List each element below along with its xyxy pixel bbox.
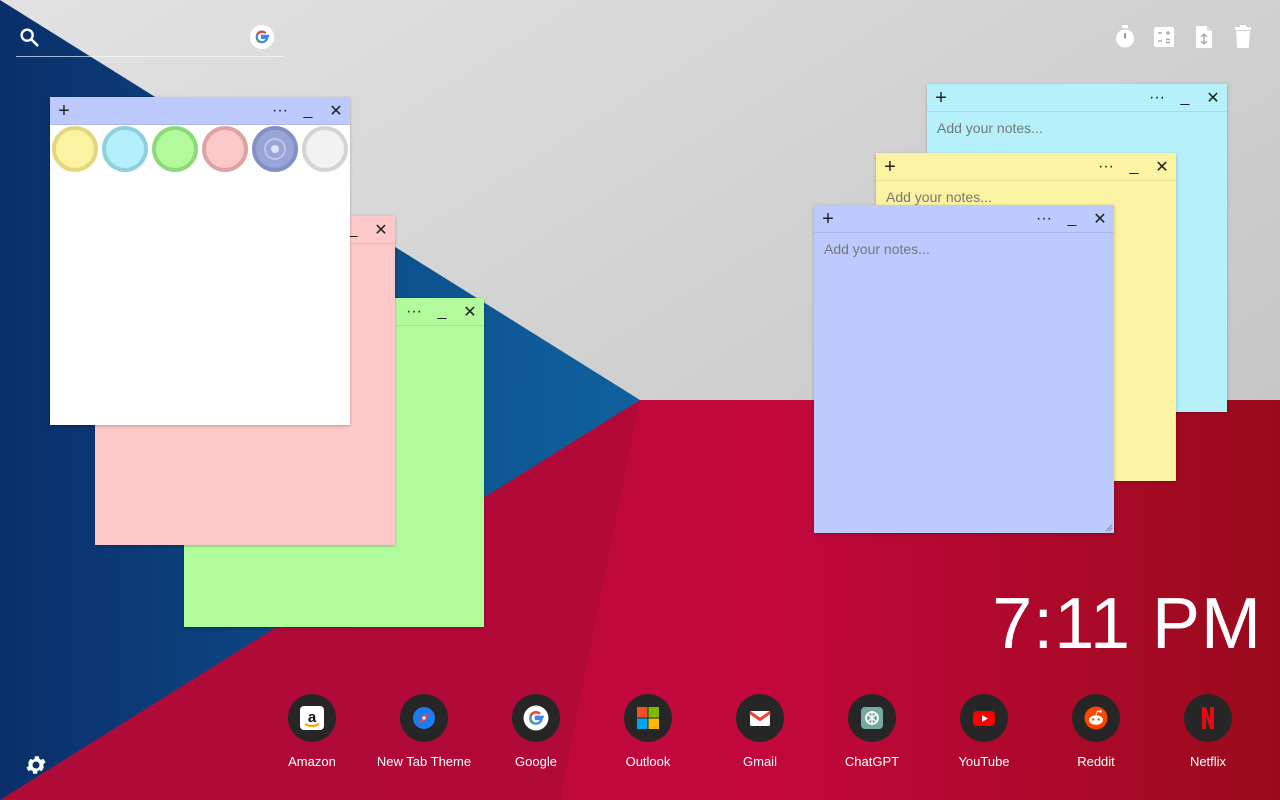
close-button[interactable]: ✕ (370, 216, 392, 244)
shortcut-label: Reddit (1077, 754, 1115, 769)
calculator-icon[interactable] (1152, 24, 1176, 50)
shortcut-label: Gmail (743, 754, 777, 769)
search-bar (16, 22, 284, 57)
swatch-yellow[interactable] (52, 126, 98, 172)
outlook-icon[interactable] (624, 694, 672, 742)
shortcut-reddit[interactable]: Reddit (1040, 694, 1152, 772)
add-note-button[interactable]: + (53, 97, 75, 125)
svg-text:a: a (308, 709, 317, 726)
google-icon[interactable] (512, 694, 560, 742)
shortcut-gmail[interactable]: Gmail (704, 694, 816, 772)
minimize-button[interactable]: _ (297, 97, 319, 125)
shortcut-label: YouTube (958, 754, 1010, 769)
more-options-button[interactable]: ··· (1095, 153, 1117, 181)
shortcut-label: Netflix (1189, 754, 1227, 769)
minimize-button[interactable]: _ (1061, 205, 1083, 233)
note-header[interactable]: + ··· _ ✕ (50, 97, 350, 125)
note-header[interactable]: + ··· _ ✕ (927, 84, 1227, 112)
shortcut-label: Amazon (288, 754, 336, 769)
shortcut-chatgpt[interactable]: ChatGPT (816, 694, 928, 772)
close-button[interactable]: ✕ (1151, 153, 1173, 181)
minimize-button[interactable]: _ (431, 298, 453, 326)
swatch-blue[interactable] (102, 126, 148, 172)
shortcut-label: ChatGPT (844, 754, 900, 769)
new-tab-theme-icon[interactable] (400, 694, 448, 742)
document-icon[interactable] (1192, 24, 1216, 50)
note-text[interactable]: Add your notes... (824, 241, 1104, 523)
note-header[interactable]: + ··· _ ✕ (876, 153, 1176, 181)
gear-icon[interactable] (24, 753, 48, 777)
resize-handle-icon[interactable] (1105, 524, 1113, 532)
minimize-button[interactable]: _ (1123, 153, 1145, 181)
clock: 7:11 PM (992, 584, 1262, 664)
shortcut-label: New Tab Theme (376, 754, 472, 769)
add-note-button[interactable]: + (930, 84, 952, 112)
shortcut-outlook[interactable]: Outlook (592, 694, 704, 772)
netflix-icon[interactable] (1184, 694, 1232, 742)
more-options-button[interactable]: ··· (269, 97, 291, 125)
search-input[interactable] (50, 26, 240, 50)
minimize-button[interactable]: _ (1174, 84, 1196, 112)
shortcut-youtube[interactable]: YouTube (928, 694, 1040, 772)
youtube-icon[interactable] (960, 694, 1008, 742)
swatch-pink[interactable] (202, 126, 248, 172)
gmail-icon[interactable] (736, 694, 784, 742)
swatch-green[interactable] (152, 126, 198, 172)
note-header[interactable]: + ··· _ ✕ (814, 205, 1114, 233)
shortcut-amazon[interactable]: a Amazon (256, 694, 368, 772)
trash-icon[interactable] (1231, 24, 1255, 50)
add-note-button[interactable]: + (817, 205, 839, 233)
close-button[interactable]: ✕ (459, 298, 481, 326)
shortcut-label: Google (515, 754, 557, 769)
close-button[interactable]: ✕ (1089, 205, 1111, 233)
amazon-icon[interactable]: a (288, 694, 336, 742)
more-options-button[interactable]: ··· (1146, 84, 1168, 112)
swatch-periwinkle-selected[interactable] (252, 126, 298, 172)
add-note-button[interactable]: + (879, 153, 901, 181)
shortcut-new-tab-theme[interactable]: New Tab Theme (368, 694, 480, 772)
close-button[interactable]: ✕ (1202, 84, 1224, 112)
reddit-icon[interactable] (1072, 694, 1120, 742)
swatch-white[interactable] (302, 126, 348, 172)
timer-icon[interactable] (1113, 24, 1137, 50)
shortcut-label: Outlook (625, 754, 671, 769)
google-icon[interactable] (250, 25, 274, 49)
more-options-button[interactable]: ··· (403, 298, 425, 326)
chatgpt-icon[interactable] (848, 694, 896, 742)
periwinkle-note[interactable]: + ··· _ ✕ Add your notes... (814, 205, 1114, 533)
palette-note[interactable]: + ··· _ ✕ (50, 97, 350, 425)
shortcut-netflix[interactable]: Netflix (1152, 694, 1264, 772)
shortcut-google[interactable]: Google (480, 694, 592, 772)
close-button[interactable]: ✕ (325, 97, 347, 125)
more-options-button[interactable]: ··· (1033, 205, 1055, 233)
search-icon[interactable] (18, 26, 40, 48)
